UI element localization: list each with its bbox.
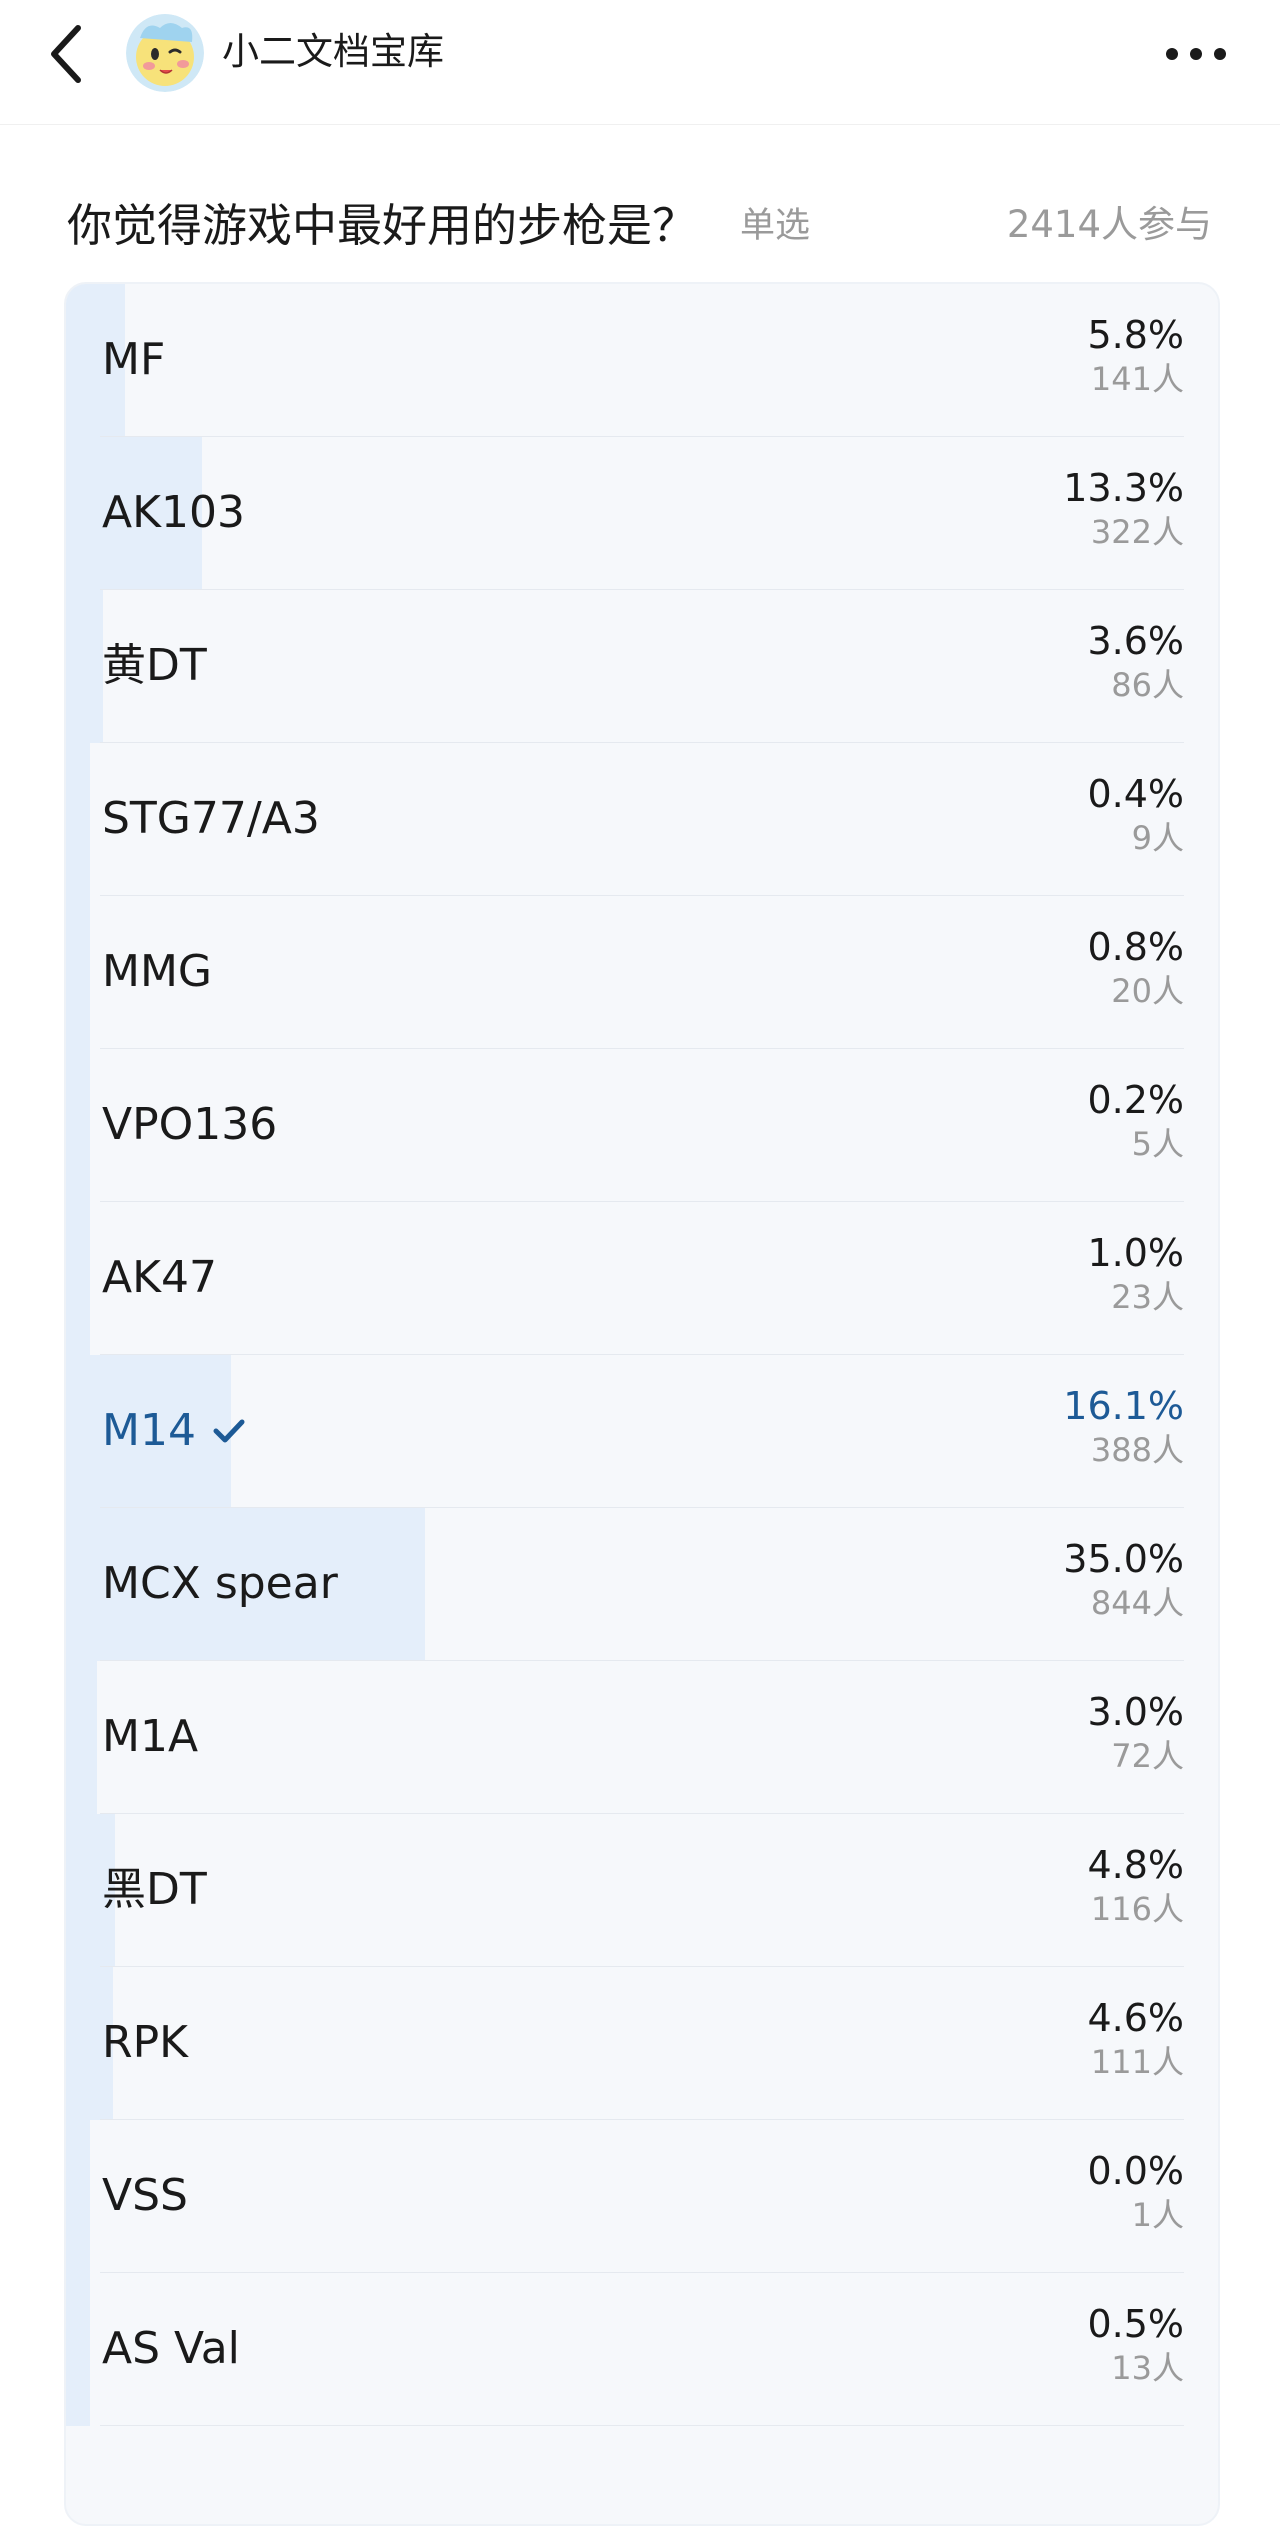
poll-option-label-text: STG77/A3 [102, 793, 320, 844]
poll-option[interactable]: MCX spear 35.0% 844人 [66, 1508, 1218, 1661]
poll-option-percent: 5.8% [1087, 313, 1184, 357]
back-button[interactable] [34, 14, 98, 94]
poll-option-percent: 0.5% [1087, 2302, 1184, 2346]
check-icon [213, 1419, 245, 1443]
poll-option-label-text: AK103 [102, 487, 245, 538]
poll-option-label: MCX spear [102, 1554, 338, 1614]
poll-option-percent: 0.8% [1087, 925, 1184, 969]
poll-option[interactable]: 黄DT 3.6% 86人 [66, 590, 1218, 743]
poll-option-percent: 0.0% [1087, 2149, 1184, 2193]
chevron-left-icon [51, 25, 81, 83]
poll-option[interactable]: AK103 13.3% 322人 [66, 437, 1218, 590]
poll-option-percent: 16.1% [1063, 1384, 1184, 1428]
poll-option[interactable]: 黑DT 4.8% 116人 [66, 1814, 1218, 1967]
poll-options-card: MF 5.8% 141人 AK103 13.3% 322人黄DT 3.6% 86人 STG77/… [64, 282, 1220, 2526]
poll-option-count: 844人 [1090, 1584, 1184, 1622]
poll-option-count: 23人 [1111, 1278, 1184, 1316]
poll-option-count: 111人 [1090, 2043, 1184, 2081]
poll-option-count: 72人 [1111, 1737, 1184, 1775]
poll-option-divider [100, 2425, 1184, 2426]
poll-option-count: 322人 [1090, 513, 1184, 551]
poll-option-label-text: M1A [102, 1711, 199, 1762]
poll-option-label-text: MCX spear [102, 1558, 338, 1609]
poll-option-result-bar [66, 1202, 90, 1355]
poll-option[interactable]: STG77/A3 0.4% 9人 [66, 743, 1218, 896]
poll-option-label: 黄DT [102, 636, 207, 696]
poll-option-label-text: MMG [102, 946, 213, 997]
poll-option-count: 1人 [1131, 2196, 1184, 2234]
avatar-cartoon-icon [126, 14, 204, 92]
avatar[interactable] [126, 14, 204, 92]
poll-option-result-bar [66, 2120, 90, 2273]
poll-option-result-bar [66, 2273, 90, 2426]
poll-option-label-text: VSS [102, 2170, 188, 2221]
poll-option-label: AS Val [102, 2319, 240, 2379]
poll-option-count: 5人 [1131, 1125, 1184, 1163]
poll-option[interactable]: MF 5.8% 141人 [66, 284, 1218, 437]
poll-option[interactable]: MMG 0.8% 20人 [66, 896, 1218, 1049]
poll-option[interactable]: AS Val 0.5% 13人 [66, 2273, 1218, 2426]
poll-option-percent: 3.0% [1087, 1690, 1184, 1734]
poll-option-label: M14 [102, 1401, 246, 1461]
poll-option-count: 20人 [1111, 972, 1184, 1010]
poll-option[interactable]: VPO136 0.2% 5人 [66, 1049, 1218, 1202]
poll-option-label-text: RPK [102, 2017, 188, 2068]
poll-option[interactable]: AK47 1.0% 23人 [66, 1202, 1218, 1355]
poll-option-result-bar [66, 743, 90, 896]
app-header: 小二文档宝库 [0, 0, 1280, 125]
poll-option-result-bar [66, 896, 90, 1049]
poll-option-label: VPO136 [102, 1095, 277, 1155]
poll-option-count: 116人 [1090, 1890, 1184, 1928]
participant-count: 2414人参与 [1006, 203, 1212, 246]
poll-option-percent: 4.8% [1087, 1843, 1184, 1887]
poll-option-label: STG77/A3 [102, 789, 320, 849]
poll-option[interactable]: RPK 4.6% 111人 [66, 1967, 1218, 2120]
poll-option-label-text: 黄DT [102, 640, 207, 691]
poll-option-result-bar [66, 1661, 97, 1814]
header-title[interactable]: 小二文档宝库 [222, 26, 444, 78]
poll-option-label-text: M14 [102, 1405, 196, 1456]
poll-option-label: MMG [102, 942, 212, 1002]
poll-option-label-text: VPO136 [102, 1099, 278, 1150]
poll-option-percent: 0.4% [1087, 772, 1184, 816]
more-button[interactable] [1156, 22, 1236, 86]
poll-option-label-text: AS Val [102, 2323, 240, 2374]
poll-option-result-bar [66, 590, 103, 743]
poll-option[interactable]: VSS 0.0% 1人 [66, 2120, 1218, 2273]
poll-option-label: RPK [102, 2013, 188, 2073]
poll-option-label: MF [102, 330, 165, 390]
poll-option-label: AK103 [102, 483, 245, 543]
poll-option-label-text: 黑DT [102, 1864, 207, 1915]
poll-option-label: M1A [102, 1707, 198, 1767]
poll-option-count: 388人 [1090, 1431, 1184, 1469]
poll-option-percent: 1.0% [1087, 1231, 1184, 1275]
poll-option-percent: 4.6% [1087, 1996, 1184, 2040]
poll-option-result-bar [66, 1049, 90, 1202]
poll-option[interactable]: M14 16.1% 388人 [66, 1355, 1218, 1508]
poll-option-count: 86人 [1111, 666, 1184, 704]
poll-option[interactable]: M1A 3.0% 72人 [66, 1661, 1218, 1814]
poll-option-label: 黑DT [102, 1860, 207, 1920]
poll-type-label: 单选 [740, 206, 811, 246]
more-horizontal-icon [1166, 48, 1226, 60]
poll-option-label: VSS [102, 2166, 188, 2226]
poll-option-label-text: AK47 [102, 1252, 217, 1303]
poll-option-label: AK47 [102, 1248, 217, 1308]
poll-option-count: 13人 [1111, 2349, 1184, 2387]
poll-option-percent: 13.3% [1063, 466, 1184, 510]
poll-option-percent: 35.0% [1063, 1537, 1184, 1581]
poll-option-count: 141人 [1090, 360, 1184, 398]
poll-option-percent: 0.2% [1087, 1078, 1184, 1122]
poll-option-percent: 3.6% [1087, 619, 1184, 663]
poll-option-count: 9人 [1131, 819, 1184, 857]
poll-option-label-text: MF [102, 334, 166, 385]
poll-question: 你觉得游戏中最好用的步枪是？ [67, 199, 698, 252]
